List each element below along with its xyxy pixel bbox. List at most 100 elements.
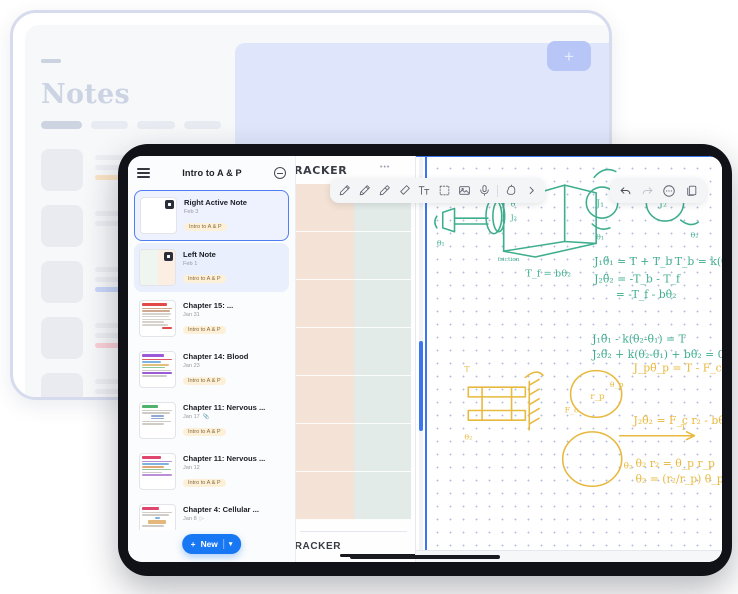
planner-cell[interactable]	[353, 472, 411, 520]
collapse-circle-icon[interactable]	[274, 167, 286, 179]
svg-text:J₁θ̈₁ - k(θ₂-θ₁) = T: J₁θ̈₁ - k(θ₂-θ₁) = T	[591, 333, 686, 346]
list-item[interactable]: Chapter 11: Nervous ... Jan 12 Intro to …	[134, 447, 289, 496]
new-note-button[interactable]: + New ▾	[181, 534, 242, 554]
svg-text:θ₁: θ₁	[596, 233, 604, 242]
note-thumbnail	[139, 402, 176, 439]
note-thumbnail	[139, 249, 176, 286]
note-type-badge	[164, 252, 173, 261]
planner-cell[interactable]	[296, 376, 354, 424]
planner-column-habit[interactable]: 0-0	[296, 184, 354, 520]
note-thumbnail	[139, 351, 176, 388]
svg-text:J_pθ̈_p = T - F_c r_p - bθ̇_p: J_pθ̈_p = T - F_c r_p - bθ̇_p	[632, 362, 722, 375]
planner-column-water[interactable]: 💧	[353, 184, 411, 520]
planner-cell[interactable]	[353, 328, 411, 376]
image-icon[interactable]	[454, 181, 474, 200]
planner-panel[interactable]: TRACKER 0-0 �	[296, 156, 416, 562]
planner-cell[interactable]	[353, 376, 411, 424]
planner-header-text: TRACKER	[296, 164, 348, 177]
svg-text:= -T_f - bθ̇₂: = -T_f - bθ̇₂	[616, 288, 677, 301]
scrollbar-thumb[interactable]	[419, 341, 423, 431]
active-tab-outline	[416, 156, 722, 168]
hamburger-menu-icon[interactable]	[41, 59, 61, 63]
microphone-icon[interactable]	[474, 181, 494, 200]
note-date: Jan 8	[183, 516, 197, 522]
divider	[497, 184, 498, 197]
chevron-right-icon[interactable]	[521, 181, 541, 200]
list-item[interactable]: Chapter 14: Blood Jan 23 Intro to A & P	[134, 345, 289, 394]
plus-icon: +	[190, 539, 196, 549]
eraser-icon[interactable]	[394, 181, 414, 200]
svg-text:r_p: r_p	[590, 392, 605, 402]
note-tag[interactable]: Intro to A & P	[183, 478, 226, 488]
highlighter-icon[interactable]	[354, 181, 374, 200]
note-thumbnail	[139, 453, 176, 490]
svg-text:θ₂ r₂ = θ_p r_p: θ₂ r₂ = θ_p r_p	[635, 457, 715, 470]
new-note-label: New	[200, 539, 218, 549]
planner-cell[interactable]	[353, 280, 411, 328]
note-title: Left Note	[183, 250, 216, 259]
pen-icon[interactable]	[334, 181, 354, 200]
background-app-title: Notes	[41, 79, 131, 110]
note-tag[interactable]: Intro to A & P	[184, 222, 227, 232]
note-thumbnail	[41, 205, 83, 247]
thumbnail-preview	[140, 301, 175, 336]
filter-chip[interactable]	[41, 121, 82, 129]
planner-cell[interactable]	[296, 280, 354, 328]
list-item[interactable]: Right Active Note Feb 3 Intro to A & P	[134, 190, 289, 241]
sidebar-footer: + New ▾	[128, 530, 295, 562]
play-icon: ▷	[199, 516, 204, 522]
planner-footer-text: TRACKER	[296, 541, 342, 552]
note-title: Right Active Note	[184, 198, 248, 207]
lasso-select-icon[interactable]	[434, 181, 454, 200]
drawing-toolbar[interactable]	[330, 178, 545, 203]
list-item[interactable]: Chapter 4: Cellular ... Jan 8 ▷ Intro to…	[134, 498, 289, 530]
planner-cell[interactable]	[296, 328, 354, 376]
note-tag[interactable]: Intro to A & P	[183, 376, 226, 386]
screenshot-stage: Notes + Intro to A & P Right Active Note…	[0, 0, 738, 594]
planner-cell[interactable]	[353, 232, 411, 280]
sidebar-header: Intro to A & P	[128, 156, 295, 190]
background-new-note-button[interactable]: +	[547, 41, 591, 71]
note-tag[interactable]: Intro to A & P	[183, 325, 226, 335]
svg-text:θ_p: θ_p	[610, 380, 624, 389]
text-icon[interactable]	[414, 181, 434, 200]
planner-cell[interactable]	[296, 472, 354, 520]
planner-grid[interactable]: 0-0 💧	[296, 184, 411, 520]
list-item[interactable]: Chapter 11: Nervous ... Jan 17 📎 Intro t…	[134, 396, 289, 445]
note-thumbnail	[140, 197, 177, 234]
svg-text:θ₂: θ₂	[624, 462, 633, 472]
list-item[interactable]: Left Note Feb 1 Intro to A & P	[134, 243, 289, 292]
filter-chip[interactable]	[137, 121, 175, 129]
planner-cell[interactable]	[296, 232, 354, 280]
undo-icon[interactable]	[615, 181, 635, 200]
filter-chip[interactable]	[183, 121, 221, 129]
planner-cell[interactable]	[353, 424, 411, 472]
note-tag[interactable]: Intro to A & P	[183, 427, 226, 437]
planner-cell[interactable]	[296, 424, 354, 472]
note-tag[interactable]: Intro to A & P	[183, 274, 226, 284]
note-list[interactable]: Right Active Note Feb 3 Intro to A & P L…	[128, 190, 295, 530]
note-thumbnail	[41, 373, 83, 397]
note-thumbnail	[139, 300, 176, 337]
canvas-scrollbar[interactable]	[419, 156, 423, 562]
chevron-down-icon[interactable]: ▾	[229, 540, 233, 548]
thumbnail-preview	[140, 352, 175, 387]
note-thumbnail	[41, 261, 83, 303]
thumbnail-preview	[140, 505, 175, 530]
plus-icon: +	[564, 46, 574, 66]
filter-chip[interactable]	[90, 121, 128, 129]
svg-text:θ₂: θ₂	[464, 433, 472, 442]
tab-drag-handle[interactable]: •••	[380, 164, 390, 171]
pencil-icon[interactable]	[374, 181, 394, 200]
svg-text:T_f = bθ₂: T_f = bθ₂	[525, 268, 571, 279]
sticker-icon[interactable]	[501, 181, 521, 200]
canvas-actions-toolbar[interactable]	[610, 178, 706, 203]
list-item[interactable]: Chapter 15: ... Jan 31 Intro to A & P	[134, 294, 289, 343]
pages-icon[interactable]	[681, 181, 701, 200]
more-circle-icon[interactable]	[659, 181, 679, 200]
hamburger-menu-icon[interactable]	[137, 168, 150, 178]
note-canvas[interactable]: T K θ₁ θ J₂ friction T_f = bθ₂ J₁ J₂	[416, 156, 722, 562]
page-title: Intro to A & P	[182, 168, 242, 178]
svg-text:J₂: J₂	[510, 213, 517, 222]
svg-text:θ₂: θ₂	[691, 231, 699, 240]
